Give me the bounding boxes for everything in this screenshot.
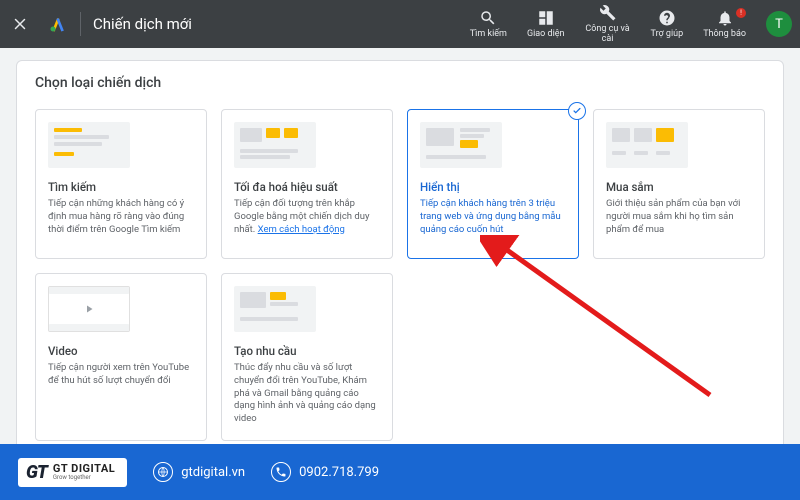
help-icon — [658, 9, 676, 27]
card-display-desc: Tiếp cận khách hàng trên 3 triệu trang w… — [420, 198, 566, 236]
thumb-video-icon — [48, 286, 130, 332]
search-icon — [479, 9, 497, 27]
card-demand-desc: Thúc đẩy nhu cầu và số lượt chuyển đổi t… — [234, 362, 380, 426]
globe-icon — [153, 462, 173, 482]
card-demand[interactable]: Tạo nhu cầu Thúc đẩy nhu cầu và số lượt … — [221, 273, 393, 441]
layout-icon — [537, 9, 555, 27]
close-button[interactable] — [8, 12, 32, 36]
thumb-demand-icon — [234, 286, 316, 332]
nav-appearance[interactable]: Giao diện — [517, 4, 575, 44]
header-nav: Tìm kiếm Giao diện Công cụ và cài Trợ gi… — [460, 4, 756, 44]
card-pmax-desc: Tiếp cận đối tượng trên khắp Google bằng… — [234, 198, 380, 236]
card-search[interactable]: Tìm kiếm Tiếp cận những khách hàng có ý … — [35, 109, 207, 259]
brand-name: GT DIGITAL — [53, 463, 115, 474]
app-header: Chiến dịch mới Tìm kiếm Giao diện Công c… — [0, 0, 800, 48]
footer-website-text: gtdigital.vn — [181, 465, 245, 480]
page-title: Chiến dịch mới — [93, 15, 192, 33]
card-search-desc: Tiếp cận những khách hàng có ý định mua … — [48, 198, 194, 236]
card-display[interactable]: Hiển thị Tiếp cận khách hàng trên 3 triệ… — [407, 109, 579, 259]
brand-tagline: Grow together — [53, 475, 115, 481]
card-video-title: Video — [48, 344, 194, 358]
footer-phone: 0902.718.799 — [271, 462, 379, 482]
phone-icon — [271, 462, 291, 482]
card-shopping-desc: Giới thiệu sản phẩm của bạn với người mu… — [606, 198, 752, 236]
page-body: Chọn loại chiến dịch Tìm kiếm Tiếp cận n… — [0, 48, 800, 470]
card-shopping[interactable]: Mua sắm Giới thiệu sản phẩm của bạn với … — [593, 109, 765, 259]
brand-logo-icon: GT — [26, 462, 47, 483]
bell-icon — [716, 9, 734, 27]
card-pmax[interactable]: Tối đa hoá hiệu suất Tiếp cận đối tượng … — [221, 109, 393, 259]
card-shopping-title: Mua sắm — [606, 180, 752, 194]
card-display-title: Hiển thị — [420, 180, 566, 194]
nav-help-label: Trợ giúp — [651, 29, 684, 39]
thumb-pmax-icon — [234, 122, 316, 168]
footer-website: gtdigital.vn — [153, 462, 245, 482]
avatar[interactable]: T — [766, 11, 792, 37]
notification-badge: ! — [736, 8, 746, 18]
card-video[interactable]: Video Tiếp cận người xem trên YouTube để… — [35, 273, 207, 441]
thumb-shopping-icon — [606, 122, 688, 168]
brand-logo-box: GT GT DIGITAL Grow together — [18, 458, 127, 487]
header-divider — [80, 12, 81, 36]
google-ads-logo-icon — [48, 14, 68, 34]
card-pmax-title: Tối đa hoá hiệu suất — [234, 180, 380, 194]
footer-phone-text: 0902.718.799 — [299, 465, 379, 480]
nav-tools-label: Công cụ và cài — [585, 24, 631, 44]
nav-help[interactable]: Trợ giúp — [641, 4, 694, 44]
close-icon — [11, 15, 29, 33]
card-demand-title: Tạo nhu cầu — [234, 344, 380, 358]
campaign-type-panel: Chọn loại chiến dịch Tìm kiếm Tiếp cận n… — [16, 60, 784, 470]
nav-search[interactable]: Tìm kiếm — [460, 4, 517, 44]
card-video-desc: Tiếp cận người xem trên YouTube để thu h… — [48, 362, 194, 388]
wrench-icon — [599, 4, 617, 22]
branding-footer: GT GT DIGITAL Grow together gtdigital.vn… — [0, 444, 800, 500]
thumb-display-icon — [420, 122, 502, 168]
nav-appearance-label: Giao diện — [527, 29, 565, 39]
card-search-title: Tìm kiếm — [48, 180, 194, 194]
pmax-learn-more-link[interactable]: Xem cách hoạt động — [258, 224, 345, 235]
nav-notifications[interactable]: ! Thông báo — [693, 4, 756, 44]
selected-check-icon — [568, 102, 586, 120]
nav-tools[interactable]: Công cụ và cài — [575, 4, 641, 44]
nav-search-label: Tìm kiếm — [470, 29, 507, 39]
campaign-type-cards: Tìm kiếm Tiếp cận những khách hàng có ý … — [35, 109, 765, 441]
panel-title: Chọn loại chiến dịch — [35, 75, 765, 91]
nav-notifications-label: Thông báo — [703, 29, 746, 39]
thumb-search-icon — [48, 122, 130, 168]
